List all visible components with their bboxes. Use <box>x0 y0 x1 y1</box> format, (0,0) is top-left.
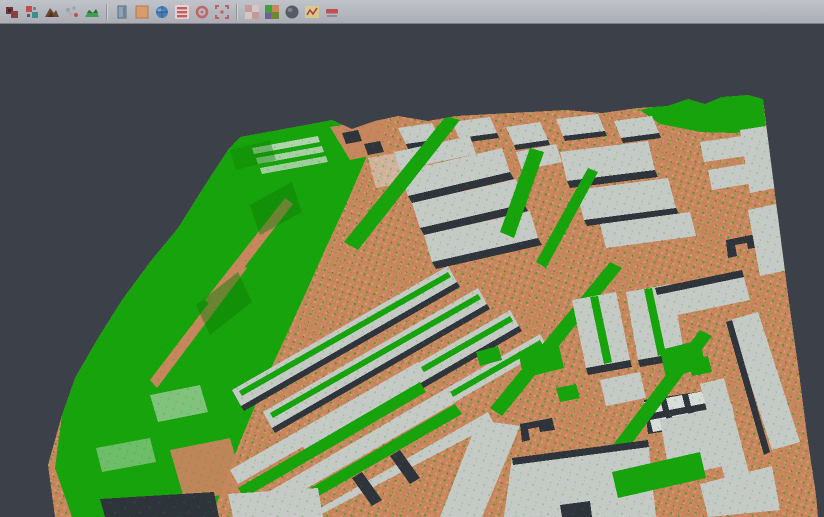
point-cloud-icon <box>64 4 80 20</box>
viewport-3d[interactable] <box>0 0 824 517</box>
layer-list-icon <box>174 4 190 20</box>
ortho-view-icon <box>134 4 150 20</box>
layer-list-button[interactable] <box>173 3 191 21</box>
points-classify-icon <box>24 4 40 20</box>
measure-icon <box>304 4 320 20</box>
settings-gear-button[interactable] <box>193 3 211 21</box>
dataset-button[interactable] <box>3 3 21 21</box>
toolbar-group <box>242 3 342 21</box>
profile-view-button[interactable] <box>113 3 131 21</box>
application-window <box>0 0 824 517</box>
classification-colors-icon <box>264 4 280 20</box>
shaded-sphere-button[interactable] <box>283 3 301 21</box>
zoom-extent-icon <box>214 4 230 20</box>
terrain-model-button[interactable] <box>83 3 101 21</box>
terrain-model-icon <box>84 4 100 20</box>
toolbar-group <box>112 3 232 21</box>
toolbar-separator <box>236 4 238 20</box>
tin-surface-icon <box>44 4 60 20</box>
transparency-grid-icon <box>244 4 260 20</box>
points-classify-button[interactable] <box>23 3 41 21</box>
measure-button[interactable] <box>303 3 321 21</box>
toolbar-separator <box>106 4 108 20</box>
tin-surface-button[interactable] <box>43 3 61 21</box>
shaded-sphere-icon <box>284 4 300 20</box>
ortho-view-button[interactable] <box>133 3 151 21</box>
section-tool-icon <box>324 4 340 20</box>
globe-3d-icon <box>154 4 170 20</box>
profile-view-icon <box>114 4 130 20</box>
classification-colors-button[interactable] <box>263 3 281 21</box>
dataset-icon <box>4 4 20 20</box>
section-tool-button[interactable] <box>323 3 341 21</box>
globe-3d-button[interactable] <box>153 3 171 21</box>
zoom-extent-button[interactable] <box>213 3 231 21</box>
transparency-grid-button[interactable] <box>243 3 261 21</box>
main-toolbar <box>0 0 824 24</box>
toolbar-group <box>2 3 102 21</box>
point-cloud-button[interactable] <box>63 3 81 21</box>
settings-gear-icon <box>194 4 210 20</box>
